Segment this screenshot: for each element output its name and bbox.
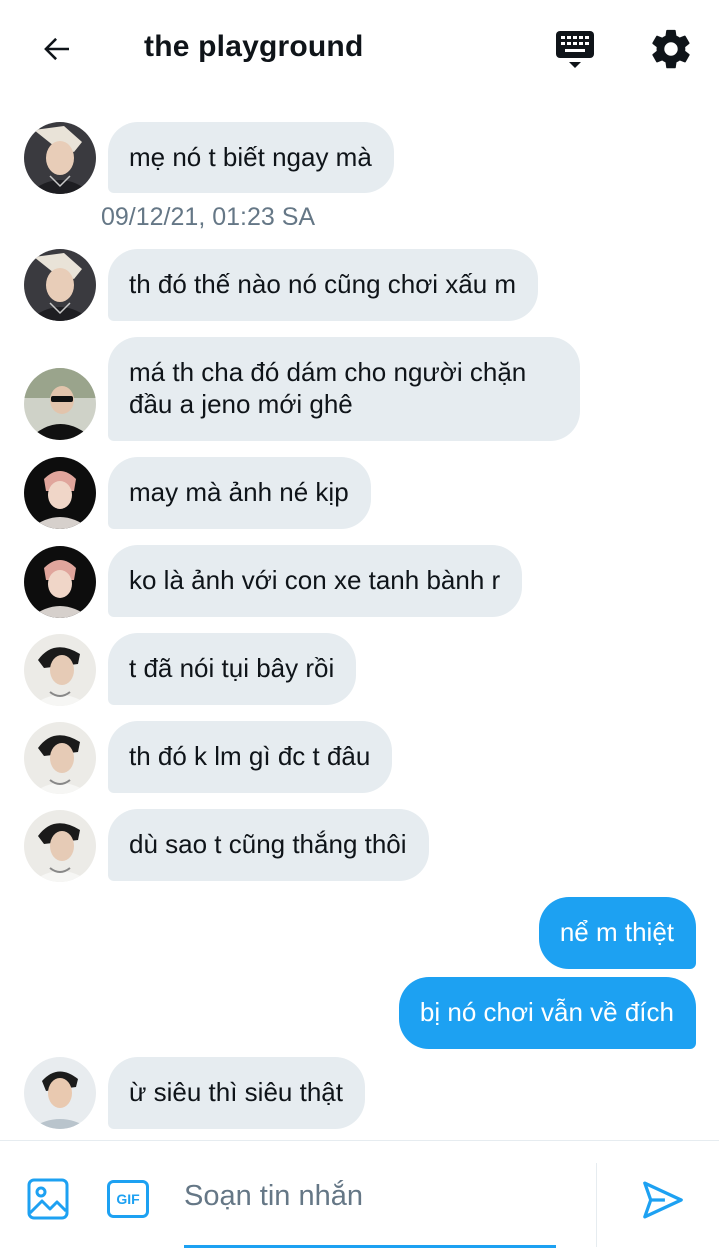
gear-icon bbox=[652, 29, 690, 69]
message-bubble-incoming[interactable]: may mà ảnh né kịp bbox=[108, 457, 371, 529]
message-timestamp: 09/12/21, 01:23 SA bbox=[101, 203, 316, 231]
conversation-header: the playground bbox=[0, 0, 719, 100]
avatar[interactable] bbox=[24, 249, 96, 321]
input-underline bbox=[184, 1245, 556, 1248]
back-button[interactable] bbox=[34, 26, 80, 72]
add-gif-button[interactable]: GIF bbox=[106, 1178, 150, 1220]
avatar[interactable] bbox=[24, 1057, 96, 1129]
avatar[interactable] bbox=[24, 634, 96, 706]
avatar[interactable] bbox=[24, 122, 96, 194]
send-icon bbox=[643, 1181, 683, 1219]
image-icon bbox=[27, 1178, 69, 1220]
message-bubble-incoming[interactable]: th đó thế nào nó cũng chơi xấu m bbox=[108, 249, 539, 321]
avatar[interactable] bbox=[24, 546, 96, 618]
message-bubble-incoming[interactable]: má th cha đó dám cho người chặn đầu a je… bbox=[108, 337, 580, 441]
conversation-title[interactable]: the playground bbox=[144, 30, 363, 64]
message-bubble-incoming[interactable]: dù sao t cũng thắng thôi bbox=[108, 809, 429, 881]
message-bubble-incoming[interactable]: ừ siêu thì siêu thật bbox=[108, 1057, 365, 1129]
send-button[interactable] bbox=[640, 1177, 686, 1223]
message-composer: GIF bbox=[0, 1140, 719, 1260]
gif-label: GIF bbox=[116, 1191, 140, 1207]
message-bubble-outgoing[interactable]: nể m thiệt bbox=[538, 897, 696, 969]
message-bubble-incoming[interactable]: ko là ảnh với con xe tanh bành r bbox=[108, 545, 523, 617]
keyboard-button[interactable] bbox=[550, 24, 600, 74]
message-input[interactable] bbox=[184, 1171, 556, 1221]
avatar[interactable] bbox=[24, 810, 96, 882]
message-bubble-incoming[interactable]: t đã nói tụi bây rồi bbox=[108, 633, 357, 705]
avatar[interactable] bbox=[24, 368, 96, 440]
keyboard-icon bbox=[556, 31, 594, 68]
divider bbox=[596, 1163, 597, 1247]
add-photo-button[interactable] bbox=[26, 1177, 70, 1221]
avatar[interactable] bbox=[24, 722, 96, 794]
message-thread[interactable]: mẹ nó t biết ngay mà 09/12/21, 01:23 SA … bbox=[0, 100, 719, 1140]
arrow-left-icon bbox=[44, 37, 69, 61]
message-bubble-incoming[interactable]: th đó k lm gì đc t đâu bbox=[108, 721, 393, 793]
message-bubble-outgoing[interactable]: bị nó chơi vẫn về đích bbox=[398, 977, 696, 1049]
settings-button[interactable] bbox=[648, 26, 694, 72]
message-bubble-incoming[interactable]: mẹ nó t biết ngay mà bbox=[108, 122, 394, 193]
avatar[interactable] bbox=[24, 457, 96, 529]
